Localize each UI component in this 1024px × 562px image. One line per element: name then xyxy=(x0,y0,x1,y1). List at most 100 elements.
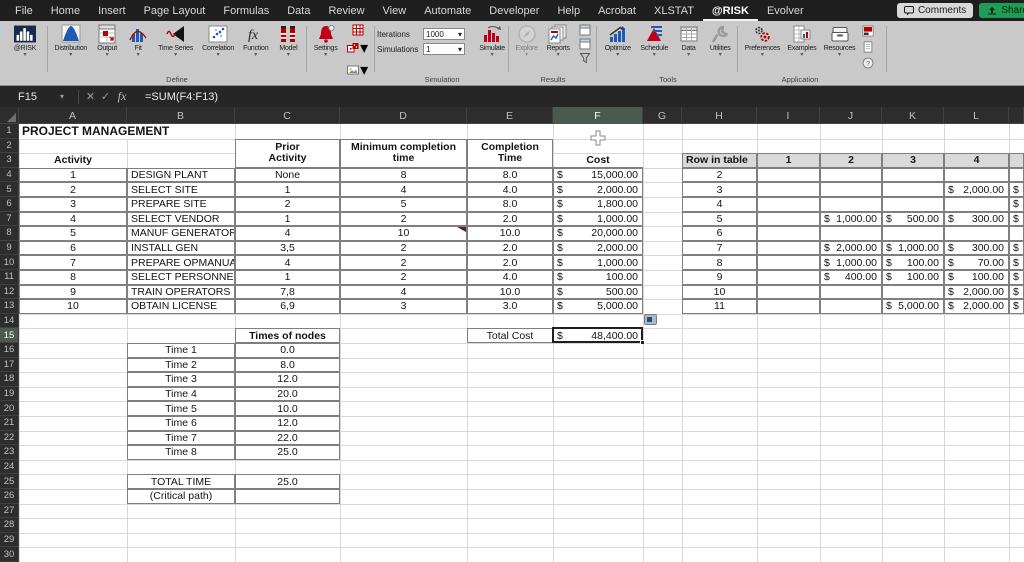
cell-activity-no[interactable]: 9 xyxy=(19,285,127,300)
cell-time-label[interactable]: Time 2 xyxy=(127,358,235,373)
row-header-9[interactable]: 9 xyxy=(0,241,19,256)
cell-table-value-partial[interactable]: $ xyxy=(1009,182,1024,197)
cell-table-value[interactable]: $1,000.00 xyxy=(820,255,882,270)
cell-table-value[interactable] xyxy=(820,285,882,300)
row-header-28[interactable]: 28 xyxy=(0,518,19,533)
ribbon-button-output[interactable]: Output▾ xyxy=(96,24,118,58)
column-header-b[interactable]: B xyxy=(127,107,235,124)
cell-table-value[interactable]: $70.00 xyxy=(944,255,1009,270)
row-header-5[interactable]: 5 xyxy=(0,182,19,197)
menu-tab-review[interactable]: Review xyxy=(319,0,373,21)
header-activity[interactable]: Activity xyxy=(19,153,127,168)
menu-tab-home[interactable]: Home xyxy=(42,0,89,21)
cell-activity-name[interactable]: DESIGN PLANT xyxy=(127,168,235,183)
cell-prior-activity[interactable]: 6,9 xyxy=(235,299,340,314)
cell-table-value[interactable] xyxy=(757,197,820,212)
cell-time-value[interactable]: 22.0 xyxy=(235,431,340,446)
cell-min-completion-time[interactable]: 2 xyxy=(340,255,467,270)
ribbon-small-button-window2[interactable] xyxy=(579,38,591,50)
cell-cost[interactable]: $1,000.00 xyxy=(553,212,643,227)
ribbon-button-explore[interactable]: Explore▾ xyxy=(515,24,537,58)
row-header-26[interactable]: 26 xyxy=(0,489,19,504)
column-header-partial[interactable] xyxy=(1009,107,1024,124)
cell-activity-name[interactable]: INSTALL GEN xyxy=(127,241,235,256)
cell-activity-name[interactable]: TRAIN OPERATORS xyxy=(127,285,235,300)
ribbon-button-optimize[interactable]: Optimize▾ xyxy=(605,24,631,58)
cell-table-value[interactable] xyxy=(820,168,882,183)
cell-table-value[interactable]: $2,000.00 xyxy=(944,285,1009,300)
row-header-4[interactable]: 4 xyxy=(0,168,19,183)
cell-row-label[interactable]: 3 xyxy=(682,182,757,197)
cell-cost[interactable]: $5,000.00 xyxy=(553,299,643,314)
ribbon-button-utilities[interactable]: Utilities▾ xyxy=(709,24,731,58)
iterations-select[interactable]: 1000▾ xyxy=(423,28,465,40)
row-header-11[interactable]: 11 xyxy=(0,270,19,285)
ribbon-button-atrisk[interactable]: @RISK▾ xyxy=(14,24,36,58)
cell-prior-activity[interactable]: 4 xyxy=(235,255,340,270)
ribbon-small-button-window1[interactable] xyxy=(579,24,591,36)
cell-activity-no[interactable]: 4 xyxy=(19,212,127,227)
cell-critical-path-label[interactable]: (Critical path) xyxy=(127,489,235,504)
cell-empty[interactable] xyxy=(235,489,340,504)
cell-table-value[interactable] xyxy=(757,212,820,227)
cell-table-value[interactable] xyxy=(820,226,882,241)
cell-table-value[interactable]: $300.00 xyxy=(944,241,1009,256)
cell-row-label[interactable]: 4 xyxy=(682,197,757,212)
column-header-f[interactable]: F xyxy=(553,107,643,124)
row-header-7[interactable]: 7 xyxy=(0,212,19,227)
cell-row-label[interactable]: 11 xyxy=(682,299,757,314)
cell-activity-name[interactable]: OBTAIN LICENSE xyxy=(127,299,235,314)
row-header-25[interactable]: 25 xyxy=(0,474,19,489)
ribbon-button-simulate[interactable]: Simulate▾ xyxy=(479,24,505,58)
header-table-col-3[interactable]: 3 xyxy=(882,153,944,168)
cell-table-value[interactable]: $400.00 xyxy=(820,270,882,285)
cell-time-label[interactable]: Time 7 xyxy=(127,431,235,446)
simulations-select[interactable]: 1▾ xyxy=(423,43,465,55)
cell-row-label[interactable]: 10 xyxy=(682,285,757,300)
menu-tab-developer[interactable]: Developer xyxy=(480,0,548,21)
cell-table-value[interactable] xyxy=(757,226,820,241)
fill-handle[interactable] xyxy=(640,340,645,345)
cell-total-time-label[interactable]: TOTAL TIME xyxy=(127,474,235,489)
cell-time-value[interactable]: 0.0 xyxy=(235,343,340,358)
cell-table-value-partial[interactable]: $ xyxy=(1009,285,1024,300)
cell-table-value[interactable] xyxy=(944,226,1009,241)
cell-table-value-partial[interactable]: $ xyxy=(1009,197,1024,212)
cell-table-value[interactable]: $2,000.00 xyxy=(944,182,1009,197)
row-header-30[interactable]: 30 xyxy=(0,547,19,562)
ribbon-button-model[interactable]: Model▾ xyxy=(277,24,299,58)
ribbon-small-button-filter[interactable] xyxy=(579,52,591,64)
row-header-12[interactable]: 12 xyxy=(0,285,19,300)
column-header-h[interactable]: H xyxy=(682,107,757,124)
cell-time-value[interactable]: 10.0 xyxy=(235,401,340,416)
cell-table-value-partial[interactable]: $ xyxy=(1009,241,1024,256)
row-header-17[interactable]: 17 xyxy=(0,358,19,373)
cell-activity-no[interactable]: 6 xyxy=(19,241,127,256)
menu-tab-pagelayout[interactable]: Page Layout xyxy=(135,0,215,21)
cell-activity-no[interactable]: 8 xyxy=(19,270,127,285)
cell-cost[interactable]: $2,000.00 xyxy=(553,182,643,197)
cell-activity-name[interactable]: MANUF GENERATOR xyxy=(127,226,235,241)
menu-tab-view[interactable]: View xyxy=(374,0,416,21)
cell-table-value[interactable]: $2,000.00 xyxy=(820,241,882,256)
cell-table-value-partial[interactable] xyxy=(1009,168,1024,183)
cell-cost[interactable]: $1,000.00 xyxy=(553,255,643,270)
header-times-of-nodes[interactable]: Times of nodes xyxy=(235,328,340,343)
header-cost[interactable]: Cost xyxy=(553,153,643,168)
cell-prior-activity[interactable]: None xyxy=(235,168,340,183)
row-header-3[interactable]: 3 xyxy=(0,153,19,168)
cell-row-label[interactable]: 8 xyxy=(682,255,757,270)
cell-time-label[interactable]: Time 3 xyxy=(127,372,235,387)
row-header-2[interactable]: 2 xyxy=(0,139,19,154)
enter-icon[interactable]: ✓ xyxy=(98,90,113,103)
row-header-27[interactable]: 27 xyxy=(0,504,19,519)
cell-activity-name[interactable]: PREPARE SITE xyxy=(127,197,235,212)
cell-cost[interactable]: $100.00 xyxy=(553,270,643,285)
ribbon-button-correlation[interactable]: Correlation▾ xyxy=(202,24,234,58)
cell-table-value[interactable] xyxy=(757,285,820,300)
cell-activity-name[interactable]: PREPARE OPMANUAL xyxy=(127,255,235,270)
cell-table-value[interactable] xyxy=(882,182,944,197)
row-header-1[interactable]: 1 xyxy=(0,124,19,139)
row-header-13[interactable]: 13 xyxy=(0,299,19,314)
cell-activity-no[interactable]: 10 xyxy=(19,299,127,314)
